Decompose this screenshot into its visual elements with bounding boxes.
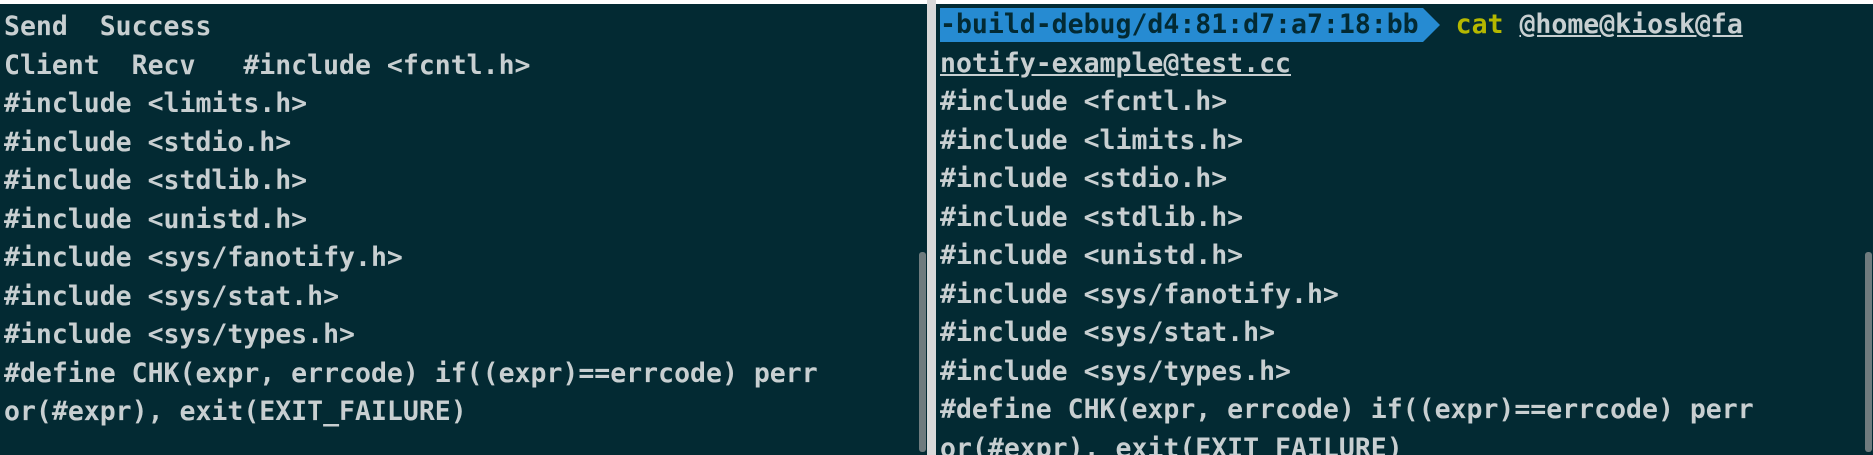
left-terminal-output: Send Success Client Recv #include <fcntl… <box>4 8 818 432</box>
terminal-line: #include <sys/fanotify.h> <box>940 278 1339 310</box>
terminal-line: #include <stdio.h> <box>940 163 1228 194</box>
terminal-line: or(#expr), exit(EXIT_FAILURE) <box>4 396 467 427</box>
prompt-path-segment: -build-debug/d4:81:d7:a7:18:bb <box>940 8 1423 42</box>
terminal-line: #include <limits.h> <box>4 88 308 119</box>
terminal-line: #include <sys/fanotify.h> <box>4 242 403 273</box>
prompt-line: -build-debug/d4:81:d7:a7:18:bb cat @home… <box>940 6 1754 45</box>
terminal-window: Send Success Client Recv #include <fcntl… <box>0 0 1873 455</box>
left-terminal-pane[interactable]: Send Success Client Recv #include <fcntl… <box>0 4 927 455</box>
command-argument[interactable]: @home@kiosk@fa <box>1519 9 1742 40</box>
left-scrollbar-thumb[interactable] <box>919 252 926 452</box>
terminal-line: Send Success <box>4 11 212 42</box>
terminal-line: #include <unistd.h> <box>940 240 1244 271</box>
terminal-line: #define CHK(expr, errcode) if((expr)==er… <box>4 357 818 389</box>
command-argument-continued[interactable]: notify-example@test.cc <box>940 48 1291 79</box>
right-terminal-pane[interactable]: -build-debug/d4:81:d7:a7:18:bb cat @home… <box>936 4 1873 455</box>
right-scrollbar-thumb[interactable] <box>1865 252 1872 452</box>
terminal-line: #include <stdio.h> <box>4 126 292 158</box>
terminal-line: #include <sys/types.h> <box>4 319 355 350</box>
terminal-line: #include <limits.h> <box>940 124 1244 156</box>
terminal-line: #include <sys/types.h> <box>940 355 1291 387</box>
terminal-line: #include <fcntl.h> <box>940 86 1228 117</box>
terminal-line: #include <stdlib.h> <box>940 201 1244 233</box>
right-terminal-output: -build-debug/d4:81:d7:a7:18:bb cat @home… <box>940 6 1754 455</box>
terminal-line: #include <sys/stat.h> <box>940 317 1276 348</box>
terminal-line: or(#expr), exit(EXIT_FAILURE) <box>940 432 1403 455</box>
terminal-line: Client Recv #include <fcntl.h> <box>4 49 531 81</box>
terminal-line: #include <sys/stat.h> <box>4 280 340 312</box>
terminal-line: #define CHK(expr, errcode) if((expr)==er… <box>940 394 1754 425</box>
command-name: cat <box>1455 9 1504 40</box>
prompt-line-continuation: notify-example@test.cc <box>940 45 1754 84</box>
terminal-line: #include <stdlib.h> <box>4 165 308 196</box>
terminal-line: #include <unistd.h> <box>4 203 308 235</box>
prompt-arrow-icon <box>1422 8 1440 42</box>
pane-divider[interactable] <box>927 0 936 455</box>
